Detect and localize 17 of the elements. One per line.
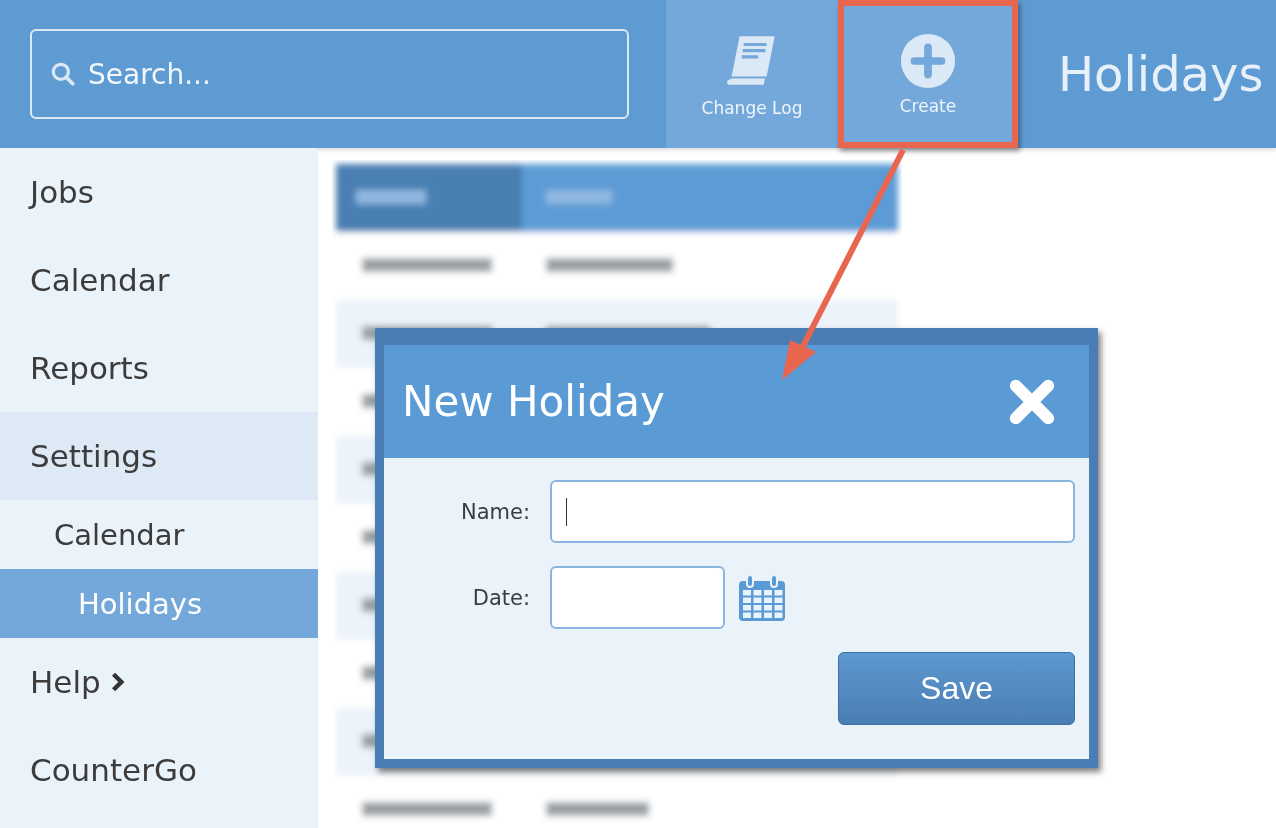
sidebar-item[interactable]: Reports — [0, 324, 318, 412]
dialog-title: New Holiday — [402, 377, 665, 426]
name-field[interactable] — [550, 480, 1075, 543]
field-label: Name: — [459, 499, 530, 524]
sidebar-item[interactable]: Jobs — [0, 148, 318, 236]
sidebar-item[interactable]: Help — [0, 638, 318, 726]
sidebar-item[interactable]: Settings — [0, 412, 318, 500]
page-title: Holidays — [1057, 45, 1265, 104]
sidebar-subitem[interactable]: Calendar — [0, 500, 318, 569]
sidebar-item[interactable]: Calendar — [0, 236, 318, 324]
field-label: Date: — [471, 585, 530, 610]
search-field[interactable]: Search... — [30, 29, 629, 119]
save-button[interactable]: Save — [838, 652, 1075, 725]
search-icon — [50, 61, 76, 87]
date-field[interactable] — [550, 566, 725, 629]
plus-circle-icon — [899, 32, 957, 90]
sidebar-item[interactable]: CounterGo — [0, 726, 318, 814]
